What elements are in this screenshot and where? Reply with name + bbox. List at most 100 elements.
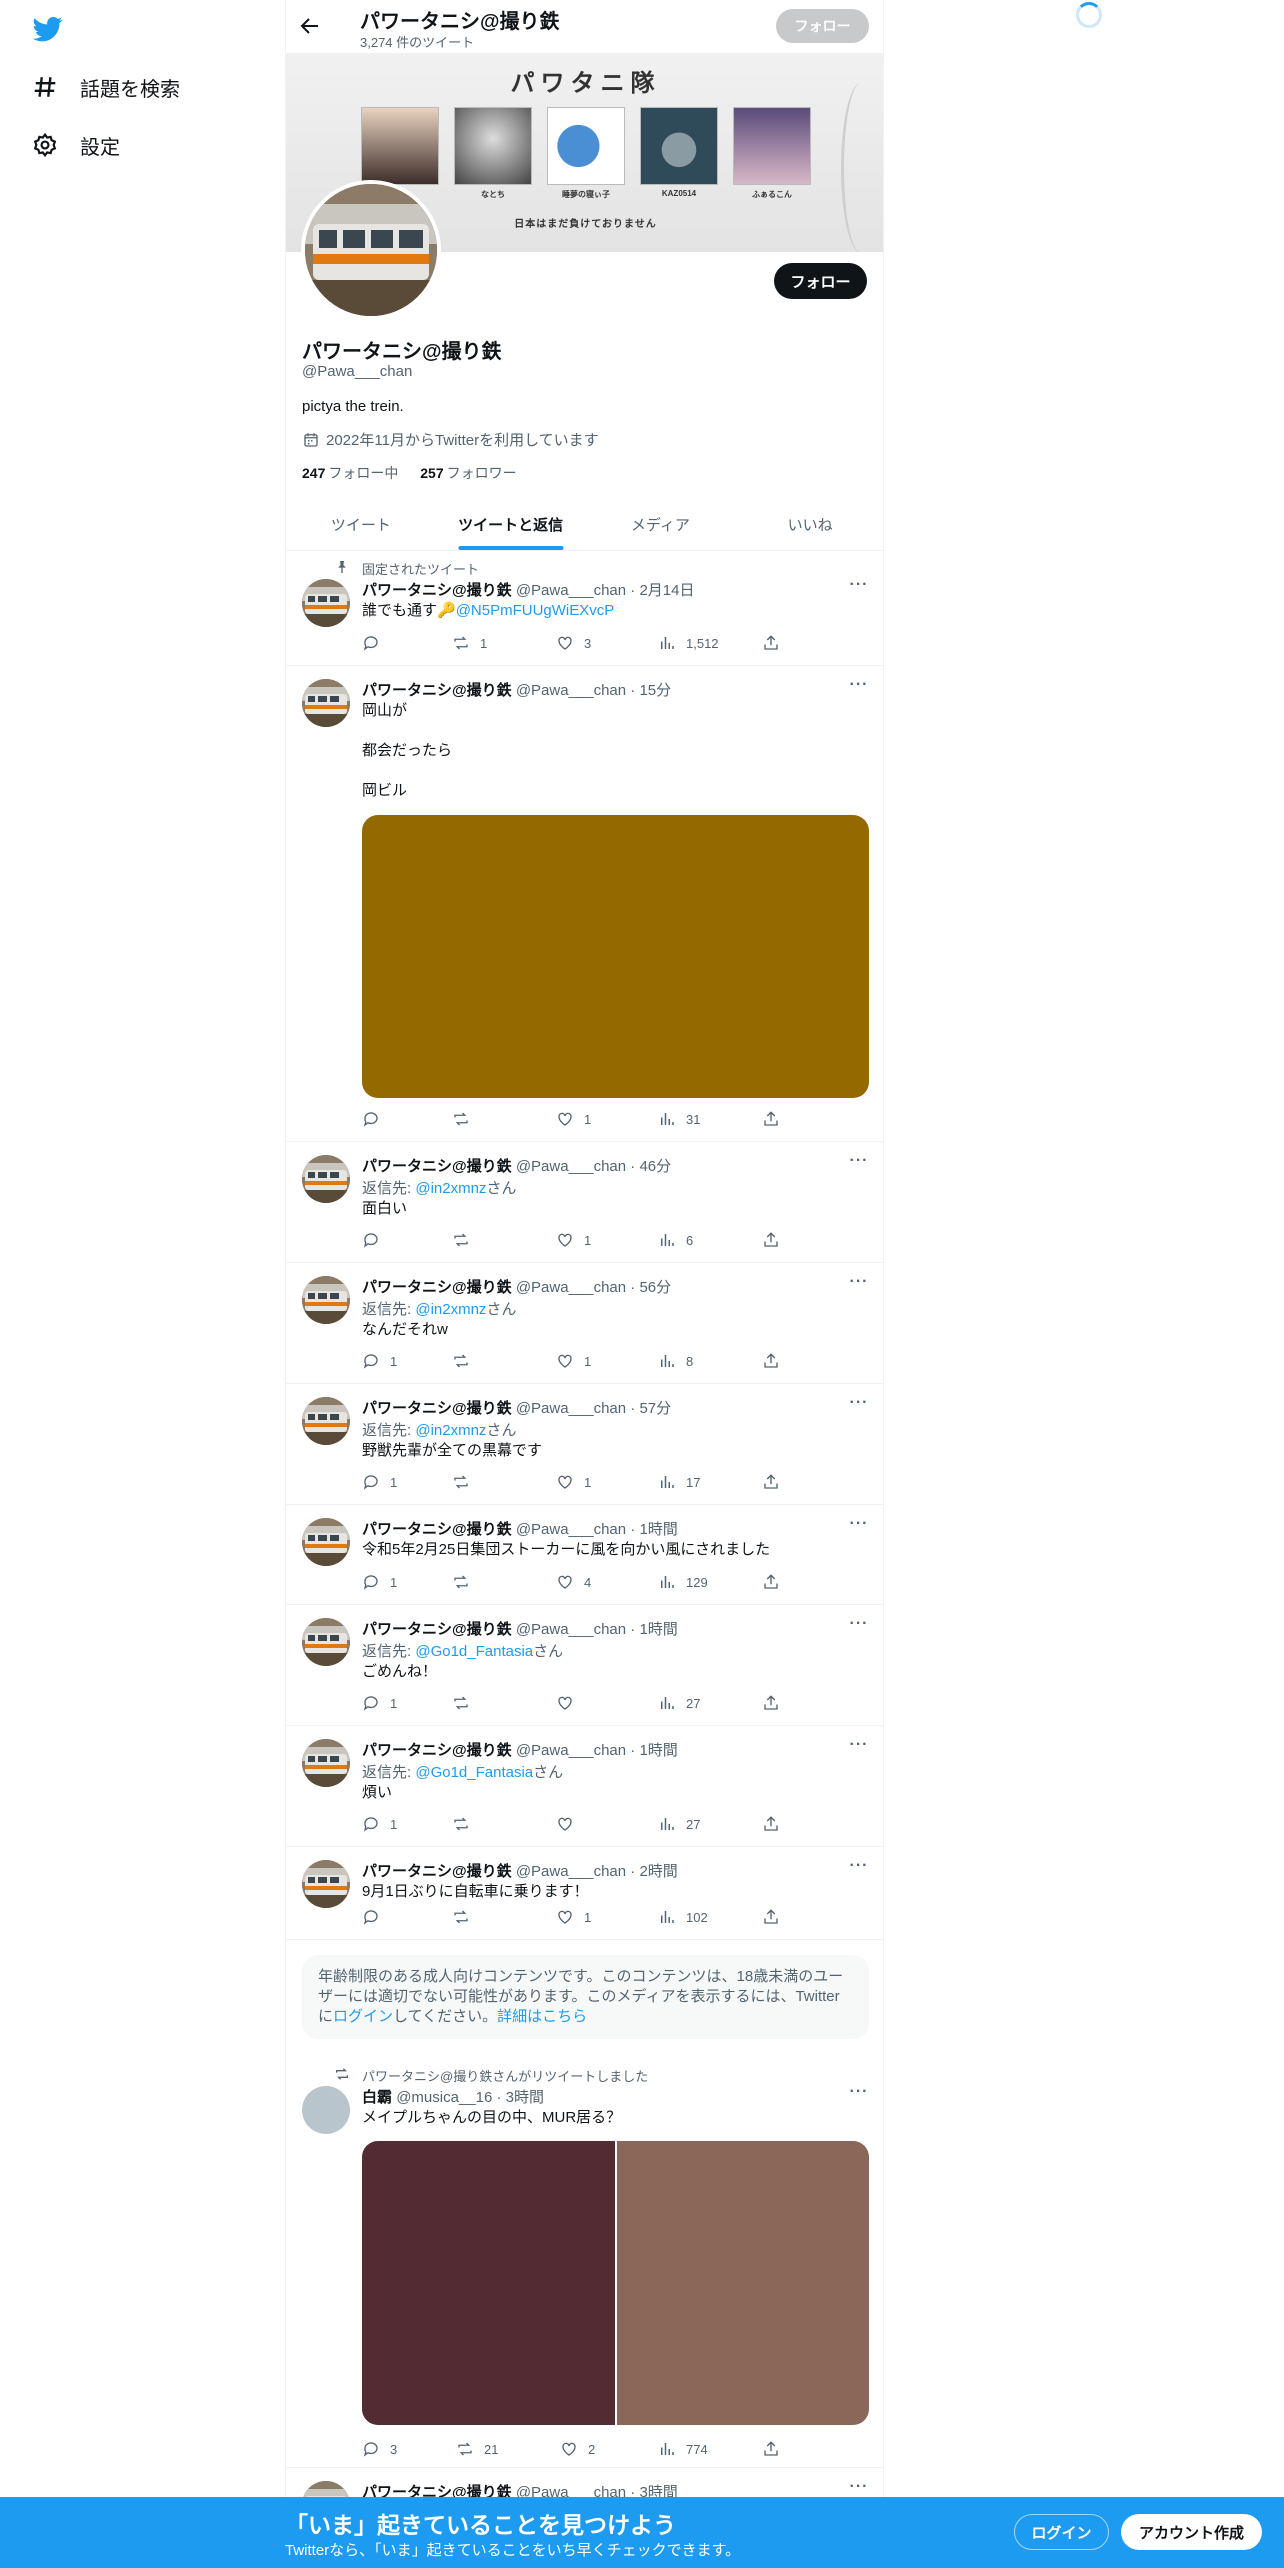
follow-button[interactable]: フォロー [774, 263, 867, 299]
tweet-item[interactable]: パワータニシ@撮り鉄 @Pawa___chan · 1時間 ··· 令和5年2月25… [286, 1506, 883, 1605]
tab-tweets[interactable]: ツイート [286, 498, 436, 550]
like-button[interactable]: 1 [556, 1110, 591, 1128]
more-icon[interactable]: ··· [849, 677, 869, 699]
tweet-author-name[interactable]: パワータニシ@撮り鉄 [362, 1158, 512, 1175]
tweet-avatar[interactable] [302, 1155, 350, 1203]
tweet-author-name[interactable]: 白霸 [362, 2089, 392, 2106]
like-button[interactable]: 1 [556, 1352, 591, 1370]
tweet-item[interactable]: パワータニシ@撮り鉄 @Pawa___chan · 1時間 ··· 返信先: @Go… [286, 1606, 883, 1726]
following-link[interactable]: 247 フォロー中 [302, 465, 398, 481]
tweet-avatar[interactable] [302, 2086, 350, 2134]
tweet-author-name[interactable]: パワータニシ@撮り鉄 [362, 1400, 512, 1417]
retweet-button[interactable] [452, 1352, 480, 1370]
views-button[interactable]: 27 [658, 1815, 700, 1833]
reply-button[interactable]: 3 [362, 2440, 397, 2458]
like-button[interactable] [556, 1815, 584, 1833]
tab-media[interactable]: メディア [586, 498, 736, 550]
views-button[interactable]: 1,512 [658, 634, 719, 652]
retweet-button[interactable] [452, 1908, 480, 1926]
share-button[interactable] [762, 1231, 780, 1249]
views-button[interactable]: 8 [658, 1352, 693, 1370]
signup-button[interactable]: アカウント作成 [1121, 2514, 1262, 2550]
tweet-author-name[interactable]: パワータニシ@撮り鉄 [362, 1742, 512, 1759]
reply-button[interactable]: 1 [362, 1573, 397, 1591]
tweet-item[interactable]: パワータニシ@撮り鉄 @Pawa___chan · 15分 ··· 岡山が 都会だっ… [286, 667, 883, 1142]
share-button[interactable] [762, 1694, 780, 1712]
reply-button[interactable] [362, 634, 390, 652]
share-button[interactable] [762, 1815, 780, 1833]
header-follow-button[interactable]: フォロー [776, 9, 869, 43]
views-button[interactable]: 102 [658, 1908, 708, 1926]
reply-button[interactable] [362, 1110, 390, 1128]
retweet-item[interactable]: パワータニシ@撮り鉄さんがリツイートしました 白霸 @musica__16 · … [286, 2058, 883, 2468]
login-button[interactable]: ログイン [1014, 2514, 1109, 2550]
reply-to-link[interactable]: @Go1d_Fantasia [415, 1764, 533, 1781]
like-button[interactable]: 1 [556, 1231, 591, 1249]
more-icon[interactable]: ··· [849, 1858, 869, 1880]
like-button[interactable]: 3 [556, 634, 591, 652]
tweet-author-name[interactable]: パワータニシ@撮り鉄 [362, 582, 512, 599]
tweet-avatar[interactable] [302, 1618, 350, 1666]
back-arrow-icon[interactable] [298, 14, 322, 38]
tab-likes[interactable]: いいね [735, 498, 883, 550]
reply-to-link[interactable]: @Go1d_Fantasia [415, 1643, 533, 1660]
more-icon[interactable]: ··· [849, 577, 869, 599]
reply-to-link[interactable]: @in2xmnz [415, 1180, 486, 1197]
share-button[interactable] [762, 1352, 780, 1370]
views-button[interactable]: 31 [658, 1110, 700, 1128]
tab-tweets-and-replies[interactable]: ツイートと返信 [436, 498, 586, 550]
more-icon[interactable]: ··· [849, 1274, 869, 1296]
tweet-avatar[interactable] [302, 579, 350, 627]
share-button[interactable] [762, 1573, 780, 1591]
tweet-item[interactable]: パワータニシ@撮り鉄 @Pawa___chan · 46分 ··· 返信先: @in… [286, 1143, 883, 1263]
share-button[interactable] [762, 1110, 780, 1128]
retweet-button[interactable] [452, 1815, 480, 1833]
reply-button[interactable]: 1 [362, 1352, 397, 1370]
twitter-logo-icon[interactable] [33, 14, 63, 44]
views-button[interactable]: 17 [658, 1473, 700, 1491]
media-image-left[interactable] [362, 2141, 615, 2425]
reply-button[interactable] [362, 1908, 390, 1926]
tweet-author-name[interactable]: パワータニシ@撮り鉄 [362, 1621, 512, 1638]
login-link[interactable]: ログイン [333, 2008, 393, 2025]
retweet-button[interactable] [452, 1231, 480, 1249]
views-button[interactable]: 6 [658, 1231, 693, 1249]
retweet-button[interactable] [452, 1573, 480, 1591]
more-icon[interactable]: ··· [849, 1616, 869, 1638]
tweet-avatar[interactable] [302, 1276, 350, 1324]
followers-link[interactable]: 257 フォロワー [420, 465, 516, 481]
nav-settings[interactable]: 設定 [32, 125, 120, 165]
tweet-item[interactable]: パワータニシ@撮り鉄 @Pawa___chan · 1時間 ··· 返信先: @Go… [286, 1727, 883, 1847]
retweet-button[interactable] [452, 1110, 480, 1128]
retweet-button[interactable]: 21 [456, 2440, 498, 2458]
reply-button[interactable] [362, 1231, 390, 1249]
tweet-avatar[interactable] [302, 1739, 350, 1787]
retweet-button[interactable]: 1 [452, 634, 487, 652]
more-icon[interactable]: ··· [849, 1737, 869, 1759]
tweet-item[interactable]: パワータニシ@撮り鉄 @Pawa___chan · 57分 ··· 返信先: @in… [286, 1385, 883, 1505]
retweet-button[interactable] [452, 1694, 480, 1712]
more-icon[interactable]: ··· [849, 1153, 869, 1175]
tweet-item[interactable]: パワータニシ@撮り鉄 @Pawa___chan · 2時間 ··· 9月1日ぶりに自… [286, 1848, 883, 1940]
tweet-author-name[interactable]: パワータニシ@撮り鉄 [362, 682, 512, 699]
tweet-link[interactable]: @N5PmFUUgWiEXvcP [456, 602, 615, 619]
more-icon[interactable]: ··· [849, 1516, 869, 1538]
share-button[interactable] [762, 1473, 780, 1491]
like-button[interactable]: 2 [560, 2440, 595, 2458]
learn-more-link[interactable]: 詳細はこちら [497, 2008, 587, 2025]
tweet-avatar[interactable] [302, 1860, 350, 1908]
like-button[interactable]: 1 [556, 1908, 591, 1926]
reply-button[interactable]: 1 [362, 1815, 397, 1833]
profile-avatar[interactable] [301, 180, 441, 320]
like-button[interactable]: 4 [556, 1573, 591, 1591]
like-button[interactable] [556, 1694, 584, 1712]
tweet-author-name[interactable]: パワータニシ@撮り鉄 [362, 1279, 512, 1296]
views-button[interactable]: 27 [658, 1694, 700, 1712]
retweet-button[interactable] [452, 1473, 480, 1491]
share-button[interactable] [762, 1908, 780, 1926]
media-image-right[interactable] [616, 2141, 869, 2425]
tweet-item[interactable]: パワータニシ@撮り鉄 @Pawa___chan · 56分 ··· 返信先: @in… [286, 1264, 883, 1384]
reply-button[interactable]: 1 [362, 1473, 397, 1491]
tweet-media[interactable] [362, 2141, 869, 2425]
share-button[interactable] [762, 2440, 780, 2458]
